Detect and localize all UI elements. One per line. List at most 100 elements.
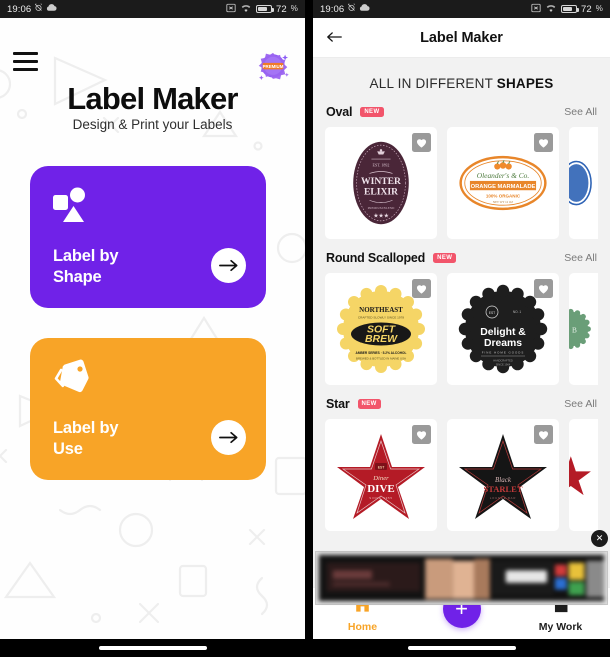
shapes-browse-content: Label Maker ALL IN DIFFERENT SHAPES Oval… bbox=[313, 18, 610, 657]
see-all-link-star[interactable]: See All bbox=[564, 398, 597, 410]
left-phone-screen: 19:06 72 % PREMIUM Label Maker Design & … bbox=[0, 0, 305, 657]
alarm-off-icon bbox=[34, 3, 43, 15]
right-phone-screen: 19:06 72 % Label Maker ALL IN DIFFERENT … bbox=[313, 0, 610, 657]
arrow-right-icon[interactable] bbox=[211, 420, 246, 455]
section-round-scalloped: Round Scalloped NEW See All NORTHEAST CR… bbox=[313, 251, 610, 385]
section-header: Star NEW See All bbox=[325, 397, 598, 411]
nav-home-pill[interactable] bbox=[98, 646, 207, 650]
template-card-third-star[interactable] bbox=[569, 419, 598, 531]
wifi-icon bbox=[240, 3, 252, 16]
template-card-blue-oval[interactable] bbox=[569, 127, 598, 239]
label-by-use-card[interactable]: Label by Use bbox=[30, 338, 266, 480]
cloud-icon bbox=[46, 3, 57, 15]
oval-dark-label-art: EST. 1892 WINTER ELIXIR PREMIUM BLEND ★★… bbox=[353, 141, 409, 225]
status-time: 19:06 bbox=[7, 3, 32, 15]
svg-text:BREW: BREW bbox=[365, 333, 398, 345]
svg-text:Diner: Diner bbox=[372, 475, 389, 482]
nav-home-pill[interactable] bbox=[407, 646, 516, 650]
system-nav-bar-right bbox=[313, 639, 610, 657]
svg-text:NO. 1: NO. 1 bbox=[513, 310, 522, 314]
section-title: Round Scalloped bbox=[326, 251, 426, 265]
oval-orange-label-art: Oleander's & Co. ORANGE MARMALADE 100% O… bbox=[459, 155, 547, 211]
section-title: Star bbox=[326, 397, 350, 411]
battery-percent-symbol: % bbox=[290, 4, 298, 13]
svg-text:EST: EST bbox=[489, 311, 495, 315]
card-label-line2: Shape bbox=[53, 267, 102, 286]
card-label-line1: Label by bbox=[53, 246, 119, 265]
arrow-right-icon[interactable] bbox=[211, 248, 246, 283]
new-badge: NEW bbox=[433, 253, 457, 263]
svg-text:Dreams: Dreams bbox=[484, 338, 522, 349]
close-icon[interactable]: ✕ bbox=[591, 530, 608, 547]
banner-heading-normal: ALL IN DIFFERENT bbox=[369, 76, 497, 91]
left-home-content: PREMIUM Label Maker Design & Print your … bbox=[0, 18, 305, 657]
page-subtitle: Design & Print your Labels bbox=[72, 117, 233, 132]
new-badge: NEW bbox=[357, 399, 381, 409]
star-red-label-art bbox=[569, 456, 591, 496]
svg-text:EST: EST bbox=[378, 466, 386, 470]
dual-screenshot-container: 19:06 72 % PREMIUM Label Maker Design & … bbox=[0, 0, 610, 657]
cast-icon bbox=[531, 3, 541, 16]
premium-badge[interactable]: PREMIUM bbox=[254, 46, 292, 84]
advertisement-banner[interactable]: ✕ bbox=[315, 530, 608, 605]
ad-content bbox=[319, 555, 604, 601]
see-all-link-round-scalloped[interactable]: See All bbox=[564, 252, 597, 264]
section-star: Star NEW See All EST Diner DIVE SINCE 19… bbox=[313, 397, 610, 531]
template-row-round-scalloped[interactable]: NORTHEAST CRAFTED SLOWLY SINCE 1978 SOFT… bbox=[325, 273, 598, 385]
favorite-heart-icon[interactable] bbox=[534, 425, 553, 444]
template-row-oval[interactable]: EST. 1892 WINTER ELIXIR PREMIUM BLEND ★★… bbox=[325, 127, 598, 239]
template-card-winter-elixir[interactable]: EST. 1892 WINTER ELIXIR PREMIUM BLEND ★★… bbox=[325, 127, 437, 239]
label-by-shape-text: Label by Shape bbox=[53, 246, 119, 288]
favorite-heart-icon[interactable] bbox=[412, 425, 431, 444]
favorite-heart-icon[interactable] bbox=[534, 133, 553, 152]
favorite-heart-icon[interactable] bbox=[412, 279, 431, 298]
svg-text:DIVE: DIVE bbox=[367, 483, 395, 495]
alarm-off-icon bbox=[347, 3, 356, 15]
svg-text:Delight &: Delight & bbox=[480, 327, 526, 338]
hamburger-menu-icon[interactable] bbox=[13, 52, 38, 71]
template-card-soft-brew[interactable]: NORTHEAST CRAFTED SLOWLY SINCE 1978 SOFT… bbox=[325, 273, 437, 385]
screen-divider bbox=[305, 0, 313, 657]
see-all-link-oval[interactable]: See All bbox=[564, 106, 597, 118]
section-header: Round Scalloped NEW See All bbox=[325, 251, 598, 265]
battery-percent-symbol: % bbox=[595, 4, 603, 13]
svg-text:Oleander's & Co.: Oleander's & Co. bbox=[477, 171, 530, 180]
nav-item-my-work-label: My Work bbox=[538, 621, 583, 633]
svg-text:PREMIUM BLEND: PREMIUM BLEND bbox=[368, 206, 395, 210]
battery-percent: 72 bbox=[581, 3, 592, 15]
template-card-black-star[interactable]: Black STARLET LOUNGE BAR bbox=[447, 419, 559, 531]
template-card-oleanders[interactable]: Oleander's & Co. ORANGE MARMALADE 100% O… bbox=[447, 127, 559, 239]
template-card-delight-dreams[interactable]: EST NO. 1 Delight & Dreams FINE HOME GOO… bbox=[447, 273, 559, 385]
template-row-star[interactable]: EST Diner DIVE SINCE 1955 Black STARLET … bbox=[325, 419, 598, 531]
oval-blue-label-art bbox=[569, 160, 592, 206]
svg-text:NET WT 12 OZ: NET WT 12 OZ bbox=[493, 200, 513, 204]
svg-text:LOUNGE BAR: LOUNGE BAR bbox=[490, 496, 516, 500]
svg-text:BREWED & BOTTLED IN MAINE USA: BREWED & BOTTLED IN MAINE USA bbox=[356, 357, 406, 361]
battery-icon bbox=[561, 4, 579, 14]
svg-text:AMBER SERIES · 5.2% ALCOHOL: AMBER SERIES · 5.2% ALCOHOL bbox=[356, 351, 407, 355]
svg-text:FINE HOME GOODS: FINE HOME GOODS bbox=[482, 351, 525, 355]
svg-text:100% ORGANIC: 100% ORGANIC bbox=[486, 193, 521, 198]
card-label-line2: Use bbox=[53, 439, 83, 458]
favorite-heart-icon[interactable] bbox=[534, 279, 553, 298]
shapes-icon bbox=[52, 186, 92, 226]
cast-icon bbox=[226, 3, 236, 16]
template-card-red-star[interactable]: EST Diner DIVE SINCE 1955 bbox=[325, 419, 437, 531]
label-by-shape-card[interactable]: Label by Shape bbox=[30, 166, 266, 308]
svg-text:B: B bbox=[572, 326, 577, 335]
status-bar-left: 19:06 72 % bbox=[0, 0, 305, 18]
tag-icon bbox=[52, 358, 92, 398]
card-label-line1: Label by bbox=[53, 418, 119, 437]
favorite-heart-icon[interactable] bbox=[412, 133, 431, 152]
section-banner-heading: ALL IN DIFFERENT SHAPES bbox=[313, 58, 610, 105]
new-badge: NEW bbox=[360, 107, 384, 117]
svg-text:CRAFTED SLOWLY SINCE 1978: CRAFTED SLOWLY SINCE 1978 bbox=[358, 316, 404, 320]
svg-text:★★★: ★★★ bbox=[373, 213, 388, 220]
page-title: Label Maker bbox=[67, 81, 238, 116]
svg-text:ELIXIR: ELIXIR bbox=[364, 187, 398, 198]
template-card-green-scalloped[interactable]: B bbox=[569, 273, 598, 385]
arrow-left-icon[interactable] bbox=[327, 29, 342, 46]
svg-text:EST. 1892: EST. 1892 bbox=[373, 163, 390, 168]
svg-text:SINCE 1964: SINCE 1964 bbox=[496, 363, 511, 367]
label-by-use-text: Label by Use bbox=[53, 418, 119, 460]
